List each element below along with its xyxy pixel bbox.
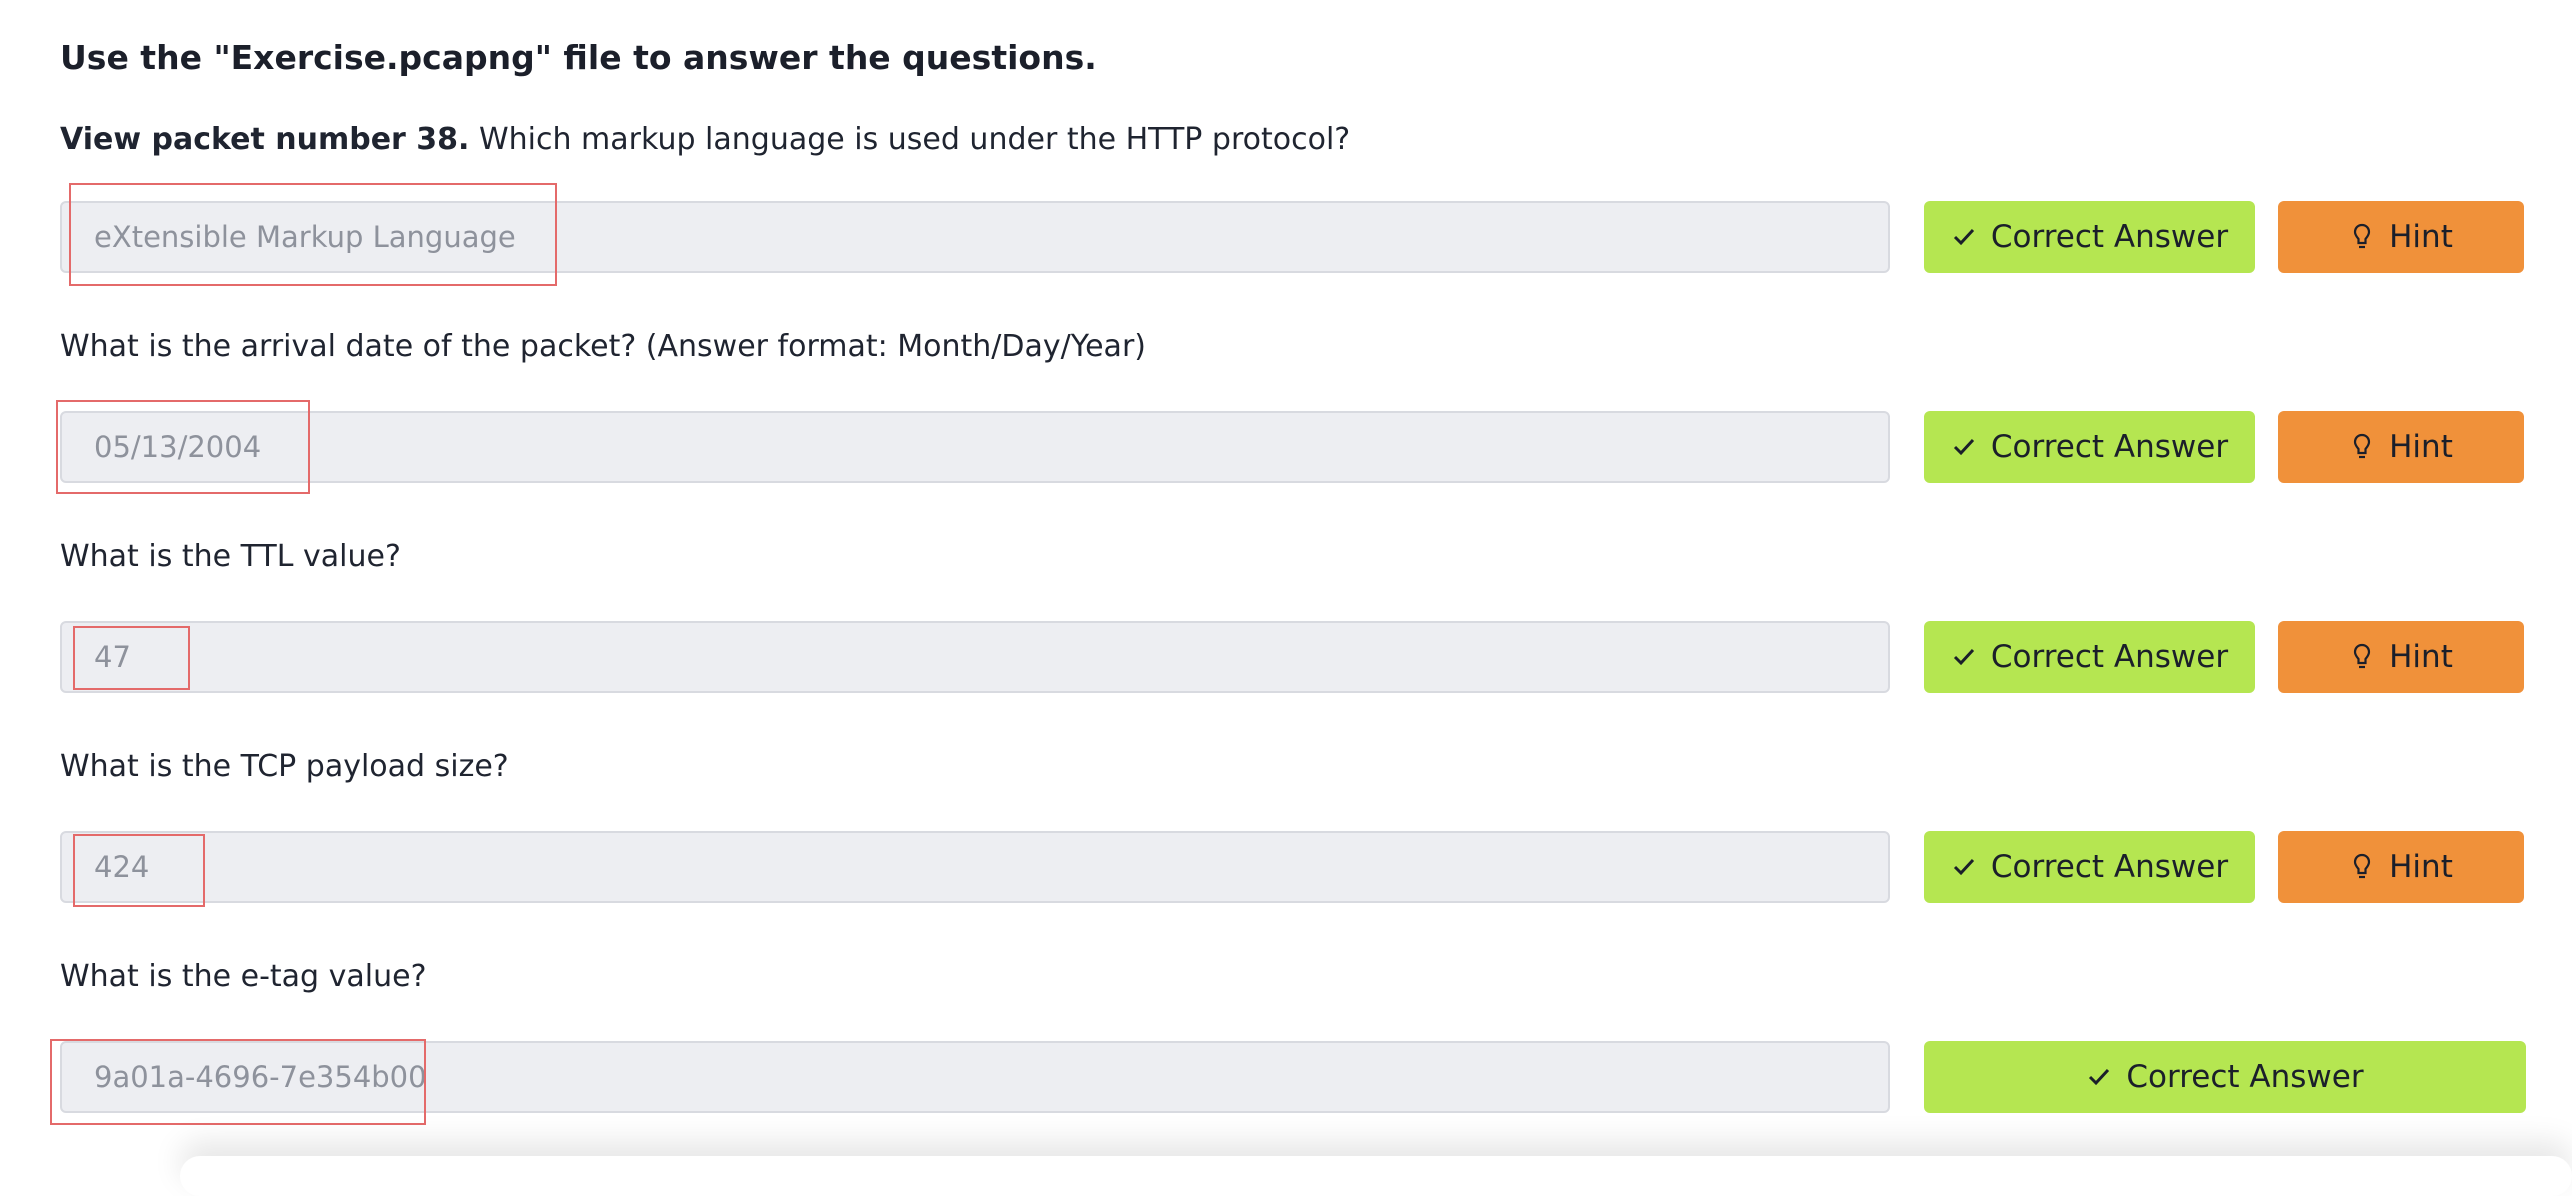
correct-answer-button-1[interactable]: Correct Answer (1924, 201, 2255, 273)
check-icon (1951, 222, 1977, 252)
lightbulb-icon (2349, 852, 2375, 882)
hint-button-1[interactable]: Hint (2278, 201, 2524, 273)
question-page: Use the "Exercise.pcapng" file to answer… (50, 0, 2526, 1166)
question-5-label: What is the e-tag value? (60, 959, 427, 994)
hint-label: Hint (2389, 639, 2453, 675)
correct-answer-button-4[interactable]: Correct Answer (1924, 831, 2255, 903)
check-icon (1951, 852, 1977, 882)
question-3-label: What is the TTL value? (60, 539, 401, 574)
question-4-text: What is the TCP payload size? (60, 749, 509, 784)
correct-answer-label: Correct Answer (1990, 849, 2229, 885)
correct-answer-label: Correct Answer (2126, 1059, 2364, 1095)
hint-label: Hint (2389, 849, 2453, 885)
correct-answer-label: Correct Answer (1990, 639, 2229, 675)
check-icon (1951, 642, 1977, 672)
check-icon (2086, 1062, 2112, 1092)
lightbulb-icon (2349, 222, 2375, 252)
correct-answer-button-5[interactable]: Correct Answer (1924, 1041, 2526, 1113)
question-2-label: What is the arrival date of the packet? … (60, 329, 1146, 364)
correct-answer-label: Correct Answer (1990, 429, 2229, 465)
lightbulb-icon (2349, 642, 2375, 672)
answer-input-1[interactable] (60, 201, 1890, 273)
answer-input-4[interactable] (60, 831, 1890, 903)
hint-label: Hint (2389, 429, 2453, 465)
correct-answer-button-2[interactable]: Correct Answer (1924, 411, 2255, 483)
answer-input-2[interactable] (60, 411, 1890, 483)
question-2-text: What is the arrival date of the packet? … (60, 329, 1146, 364)
correct-answer-button-3[interactable]: Correct Answer (1924, 621, 2255, 693)
hint-label: Hint (2389, 219, 2453, 255)
hint-button-2[interactable]: Hint (2278, 411, 2524, 483)
answer-input-5[interactable] (60, 1041, 1890, 1113)
hint-button-3[interactable]: Hint (2278, 621, 2524, 693)
question-5-text: What is the e-tag value? (60, 959, 427, 994)
correct-answer-label: Correct Answer (1990, 219, 2229, 255)
question-4-label: What is the TCP payload size? (60, 749, 509, 784)
bottom-shadow (180, 1156, 2572, 1196)
lightbulb-icon (2349, 432, 2375, 462)
question-1-text: View packet number 38. Which markup lang… (60, 122, 1350, 157)
hint-button-4[interactable]: Hint (2278, 831, 2524, 903)
question-1-bold-prefix: View packet number 38. (60, 122, 470, 157)
question-1-label: Which markup language is used under the … (479, 122, 1351, 157)
check-icon (1951, 432, 1977, 462)
question-3-text: What is the TTL value? (60, 539, 401, 574)
page-heading: Use the "Exercise.pcapng" file to answer… (60, 38, 1097, 77)
answer-input-3[interactable] (60, 621, 1890, 693)
